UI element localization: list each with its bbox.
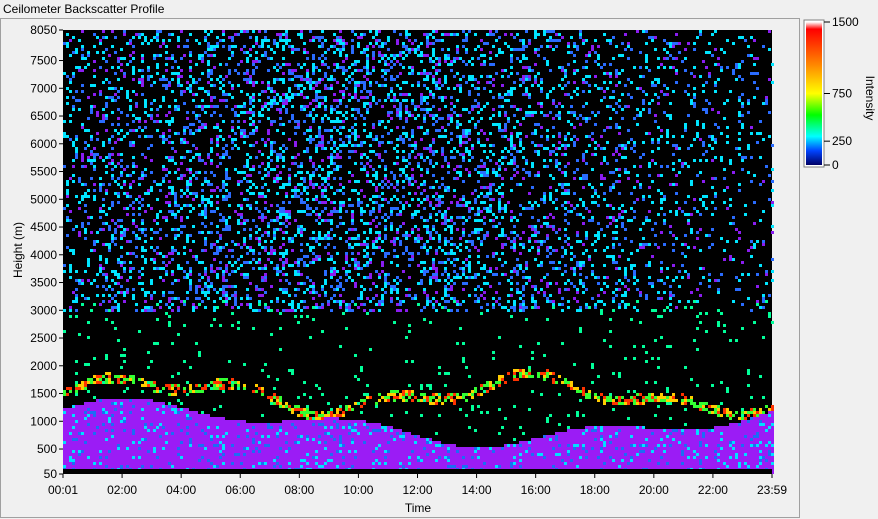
x-tick-label: 08:00 bbox=[284, 483, 314, 497]
y-tick-label: 4000 bbox=[30, 248, 57, 262]
x-tick-label: 10:00 bbox=[343, 483, 373, 497]
x-tick-label: 23:59 bbox=[757, 483, 787, 497]
x-tick-label: 12:00 bbox=[402, 483, 432, 497]
colorbar-tick-label: 1500 bbox=[832, 15, 859, 29]
x-tick-label: 06:00 bbox=[225, 483, 255, 497]
backscatter-chart: 00:01 02:00 04:00 06:00 08:00 10:00 12:00 14:00… bbox=[11, 15, 877, 515]
x-tick-label: 18:00 bbox=[580, 483, 610, 497]
colorbar-label: Intensity bbox=[863, 76, 877, 121]
colorbar: 0 250 750 1500 Intensity bbox=[803, 15, 877, 172]
y-tick-label: 5500 bbox=[30, 165, 57, 179]
colorbar-gradient bbox=[806, 22, 822, 165]
colorbar-tick-label: 750 bbox=[832, 87, 852, 101]
y-tick-label: 6500 bbox=[30, 109, 57, 123]
colorbar-tick-label: 0 bbox=[832, 158, 839, 172]
x-axis-ticks: 00:01 02:00 04:00 06:00 08:00 10:00 12:00 14:00… bbox=[48, 474, 787, 497]
y-tick-label: 2000 bbox=[30, 359, 57, 373]
x-tick-label: 22:00 bbox=[698, 483, 728, 497]
y-tick-label: 1000 bbox=[30, 414, 57, 428]
y-tick-label: 8050 bbox=[30, 23, 57, 37]
y-tick-label: 50 bbox=[44, 467, 58, 481]
x-tick-label: 02:00 bbox=[107, 483, 137, 497]
y-tick-label: 7000 bbox=[30, 81, 57, 95]
x-tick-label: 00:01 bbox=[48, 483, 78, 497]
x-axis-label: Time bbox=[405, 501, 432, 515]
y-tick-label: 500 bbox=[37, 442, 57, 456]
y-tick-label: 4500 bbox=[30, 220, 57, 234]
y-tick-label: 6000 bbox=[30, 137, 57, 151]
y-axis-label: Height (m) bbox=[11, 222, 25, 278]
y-tick-label: 1500 bbox=[30, 387, 57, 401]
colorbar-tick-label: 250 bbox=[832, 134, 852, 148]
y-tick-label: 3000 bbox=[30, 303, 57, 317]
x-tick-label: 16:00 bbox=[521, 483, 551, 497]
x-tick-label: 14:00 bbox=[462, 483, 492, 497]
y-tick-label: 3500 bbox=[30, 276, 57, 290]
y-tick-label: 7500 bbox=[30, 54, 57, 68]
y-axis-ticks: 50 500 1000 1500 2000 2500 3000 3500 4000 4500 500… bbox=[30, 23, 63, 481]
x-tick-label: 04:00 bbox=[166, 483, 196, 497]
y-tick-label: 5000 bbox=[30, 192, 57, 206]
x-tick-label: 20:00 bbox=[639, 483, 669, 497]
y-tick-label: 2500 bbox=[30, 331, 57, 345]
colorbar-ticks: 0 250 750 1500 bbox=[824, 15, 859, 172]
